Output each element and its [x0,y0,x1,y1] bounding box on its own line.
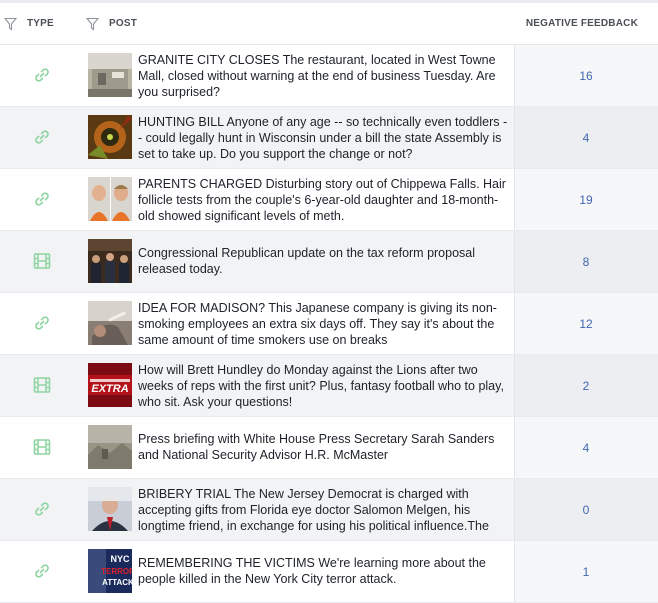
table-row[interactable]: Press briefing with White House Press Se… [0,417,658,479]
negative-feedback-value: 4 [582,130,590,145]
post-text[interactable]: GRANITE CITY CLOSES The restaurant, loca… [138,52,510,100]
post-column-header[interactable]: POST [86,3,137,44]
post-text[interactable]: How will Brett Hundley do Monday against… [138,362,510,410]
table-row[interactable]: BRIBERY TRIAL The New Jersey Democrat is… [0,479,658,541]
type-header-label: TYPE [27,18,54,29]
post-thumbnail[interactable] [88,425,132,469]
link-icon [35,130,49,144]
negative-feedback-value: 2 [582,378,590,393]
table-row[interactable]: NYC TERROR ATTACK REMEMBERING THE VICTIMS … [0,541,658,603]
post-thumbnail[interactable] [88,53,132,97]
table-row[interactable]: PARENTS CHARGED Disturbing story out of … [0,169,658,231]
negative-feedback-value: 1 [582,564,590,579]
link-icon [35,68,49,82]
thumbnail-overlay-text: ATTACK [102,578,132,587]
video-icon [33,377,51,393]
negative-feedback-value: 19 [579,192,593,207]
post-thumbnail[interactable] [88,301,132,345]
table-header: TYPE POST NEGATIVE FEEDBACK [0,3,658,45]
post-text[interactable]: HUNTING BILL Anyone of any age -- so tec… [138,114,510,162]
post-text[interactable]: BRIBERY TRIAL The New Jersey Democrat is… [138,486,510,534]
negative-feedback-value: 12 [579,316,593,331]
post-text[interactable]: PARENTS CHARGED Disturbing story out of … [138,176,510,224]
post-text[interactable]: REMEMBERING THE VICTIMS We're learning m… [138,555,510,587]
video-icon [33,253,51,269]
post-thumbnail[interactable] [88,177,132,221]
negative-feedback-column-header[interactable]: NEGATIVE FEEDBACK [526,3,638,44]
posts-table: GRANITE CITY CLOSES The restaurant, loca… [0,45,658,603]
link-icon [35,564,49,578]
post-thumbnail[interactable]: NYC TERROR ATTACK [88,549,132,593]
filter-icon[interactable] [4,17,17,31]
table-row[interactable]: Congressional Republican update on the t… [0,231,658,293]
video-icon [33,439,51,455]
post-thumbnail[interactable]: EXTRA [88,363,132,407]
post-text[interactable]: Press briefing with White House Press Se… [138,431,510,463]
link-icon [35,502,49,516]
table-row[interactable]: IDEA FOR MADISON? This Japanese company … [0,293,658,355]
thumbnail-overlay-text: NYC [110,554,130,564]
negative-feedback-header-label: NEGATIVE FEEDBACK [525,18,638,29]
filter-icon[interactable] [86,17,99,31]
post-thumbnail[interactable] [88,115,132,159]
table-row[interactable]: GRANITE CITY CLOSES The restaurant, loca… [0,45,658,107]
link-icon [35,316,49,330]
post-thumbnail[interactable] [88,487,132,531]
post-header-label: POST [109,18,138,29]
table-row[interactable]: HUNTING BILL Anyone of any age -- so tec… [0,107,658,169]
negative-feedback-value: 0 [582,502,590,517]
type-column-header[interactable]: TYPE [4,3,54,44]
negative-feedback-value: 4 [582,440,590,455]
post-text[interactable]: Congressional Republican update on the t… [138,245,510,277]
post-text[interactable]: IDEA FOR MADISON? This Japanese company … [138,300,510,348]
thumbnail-overlay-text: EXTRA [91,383,128,395]
negative-feedback-value: 16 [579,68,593,83]
negative-feedback-value: 8 [582,254,590,269]
table-row[interactable]: EXTRA How will Brett Hundley do Monday a… [0,355,658,417]
post-thumbnail[interactable] [88,239,132,283]
thumbnail-overlay-text: TERROR [101,567,132,576]
link-icon [35,192,49,206]
